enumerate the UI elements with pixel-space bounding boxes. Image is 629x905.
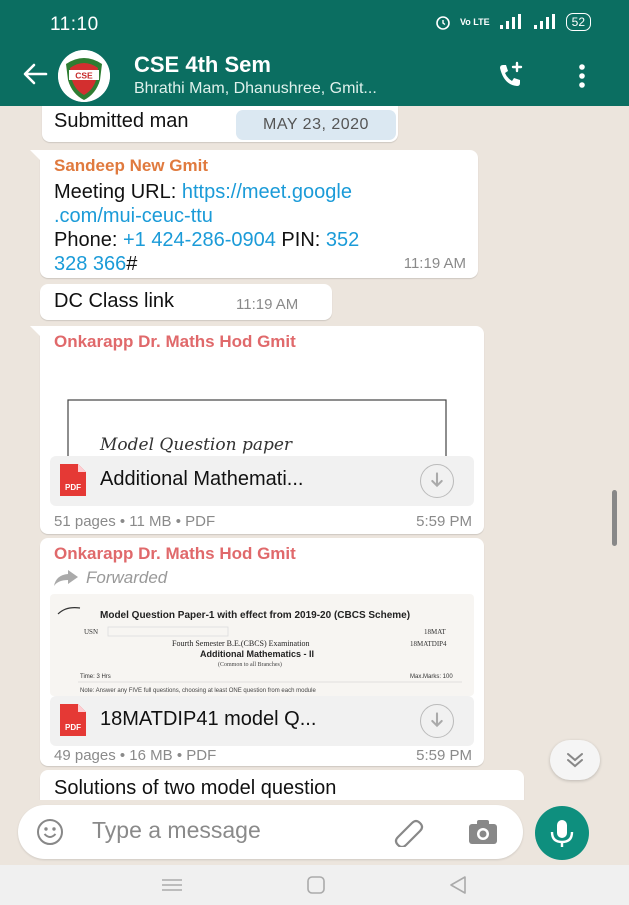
preview-note: Note: Answer any FIVE full questions, ch… [80,688,316,694]
download-icon[interactable] [420,464,454,498]
forwarded-label: Forwarded [54,568,167,588]
camera-icon[interactable] [468,819,498,845]
message-bubble[interactable]: Solutions of two model question [40,770,524,800]
meeting-link-cont[interactable]: .com/mui-ceuc-ttu [54,205,213,227]
network-label: Vo LTE [459,16,490,27]
message-input[interactable] [92,817,362,844]
download-icon[interactable] [420,704,454,738]
shield-logo-icon: CSE [58,50,110,102]
home-icon[interactable] [306,875,326,895]
message-time: 5:59 PM [416,747,472,764]
preview-code: 18MAT [424,628,447,636]
scrollbar-thumb[interactable] [612,490,617,546]
pdf-file-icon: PDF [60,704,86,736]
document-preview[interactable]: Model Question Paper-1 with effect from … [50,594,474,696]
status-bar: 11:10 Vo LTE 52 [0,0,629,44]
status-time: 11:10 [50,14,99,35]
preview-exam: Fourth Semester B.E.(CBCS) Examination [172,639,310,648]
preview-common: (Common to all Branches) [218,661,282,668]
svg-text:PDF: PDF [65,723,81,732]
alarm-icon [436,16,450,30]
message-text: Solutions of two model question [54,777,337,799]
document-row[interactable]: PDF Additional Mathemati... [50,456,474,506]
chat-area[interactable]: Submitted man MAY 23, 2020 Sandeep New G… [0,106,629,800]
document-message[interactable]: Onkarapp Dr. Maths Hod Gmit Forwarded Mo… [40,538,484,766]
pin-link-cont[interactable]: 328 366 [54,253,126,275]
message-bubble[interactable]: DC Class link 11:19 AM [40,284,332,320]
message-time: 11:19 AM [236,296,299,313]
recent-apps-icon[interactable] [160,877,184,893]
text-mid: PIN: [275,229,326,251]
bubble-tail [30,326,42,338]
meeting-link[interactable]: https://meet.google [182,181,352,203]
back-arrow-icon[interactable] [20,56,50,92]
message-bubble[interactable]: Sandeep New Gmit Meeting URL: https://me… [30,150,478,278]
signal-icon [499,14,521,29]
forwarded-arrow-icon [54,570,78,586]
message-time: 5:59 PM [416,513,472,530]
document-row[interactable]: PDF 18MATDIP41 model Q... [50,696,474,746]
pdf-file-icon: PDF [60,464,86,496]
svg-text:PDF: PDF [65,483,81,492]
chat-header: CSE CSE 4th Sem Bhrathi Mam, Dhanushree,… [0,44,629,106]
message-text: Submitted man [54,110,189,132]
preview-handwriting: Model Question paper [99,435,293,455]
scroll-to-bottom-button[interactable] [550,740,600,780]
date-chip: MAY 23, 2020 [236,110,396,140]
voice-message-button[interactable] [535,806,589,860]
document-message[interactable]: Onkarapp Dr. Maths Hod Gmit Model Questi… [30,326,484,534]
emoji-icon[interactable] [36,818,64,846]
add-call-icon[interactable] [494,60,526,92]
handwritten-page-preview: Model Question paper [67,399,447,456]
preview-time: Time: 3 Hrs [80,674,111,680]
chat-participants[interactable]: Bhrathi Mam, Dhanushree, Gmit... [134,80,377,98]
more-options-icon[interactable] [577,62,587,90]
chat-title[interactable]: CSE 4th Sem [134,52,271,78]
text-suffix: # [126,253,138,275]
back-nav-icon[interactable] [448,875,468,895]
document-preview[interactable]: Model Question paper [50,358,474,456]
avatar-text: CSE [75,71,93,81]
bubble-tail [30,150,42,162]
document-meta: 51 pages • 11 MB • PDF [54,513,216,530]
preview-marks: Max.Marks: 100 [410,674,453,680]
preview-code-2: 18MATDIP4 [410,640,447,648]
text-prefix: Phone: [54,229,123,251]
pin-link[interactable]: 352 [326,229,359,251]
attach-icon[interactable] [392,817,424,847]
preview-subject: Additional Mathematics - II [200,649,314,659]
message-composer [18,805,523,859]
sender-name[interactable]: Sandeep New Gmit [54,156,208,176]
preview-title: Model Question Paper-1 with effect from … [100,610,410,621]
forwarded-text: Forwarded [86,568,168,587]
sender-name[interactable]: Onkarapp Dr. Maths Hod Gmit [54,544,296,564]
message-time: 11:19 AM [403,255,466,272]
typed-page-preview: Model Question Paper-1 with effect from … [57,607,462,694]
battery-indicator: 52 [565,13,591,31]
document-name: 18MATDIP41 model Q... [100,708,317,730]
status-icons: Vo LTE 52 [434,13,591,31]
signal-icon-2 [533,14,555,29]
double-chevron-down-icon [567,753,583,768]
microphone-icon [550,820,574,847]
preview-usn: USN [84,628,98,636]
group-avatar[interactable]: CSE [58,50,110,102]
system-nav-bar [0,865,629,905]
text-prefix: Meeting URL: [54,181,182,203]
document-meta: 49 pages • 16 MB • PDF [54,747,217,764]
document-name: Additional Mathemati... [100,468,304,490]
message-text: DC Class link [54,290,175,312]
sender-name[interactable]: Onkarapp Dr. Maths Hod Gmit [54,332,296,352]
phone-link[interactable]: +1 424-286-0904 [123,229,276,251]
